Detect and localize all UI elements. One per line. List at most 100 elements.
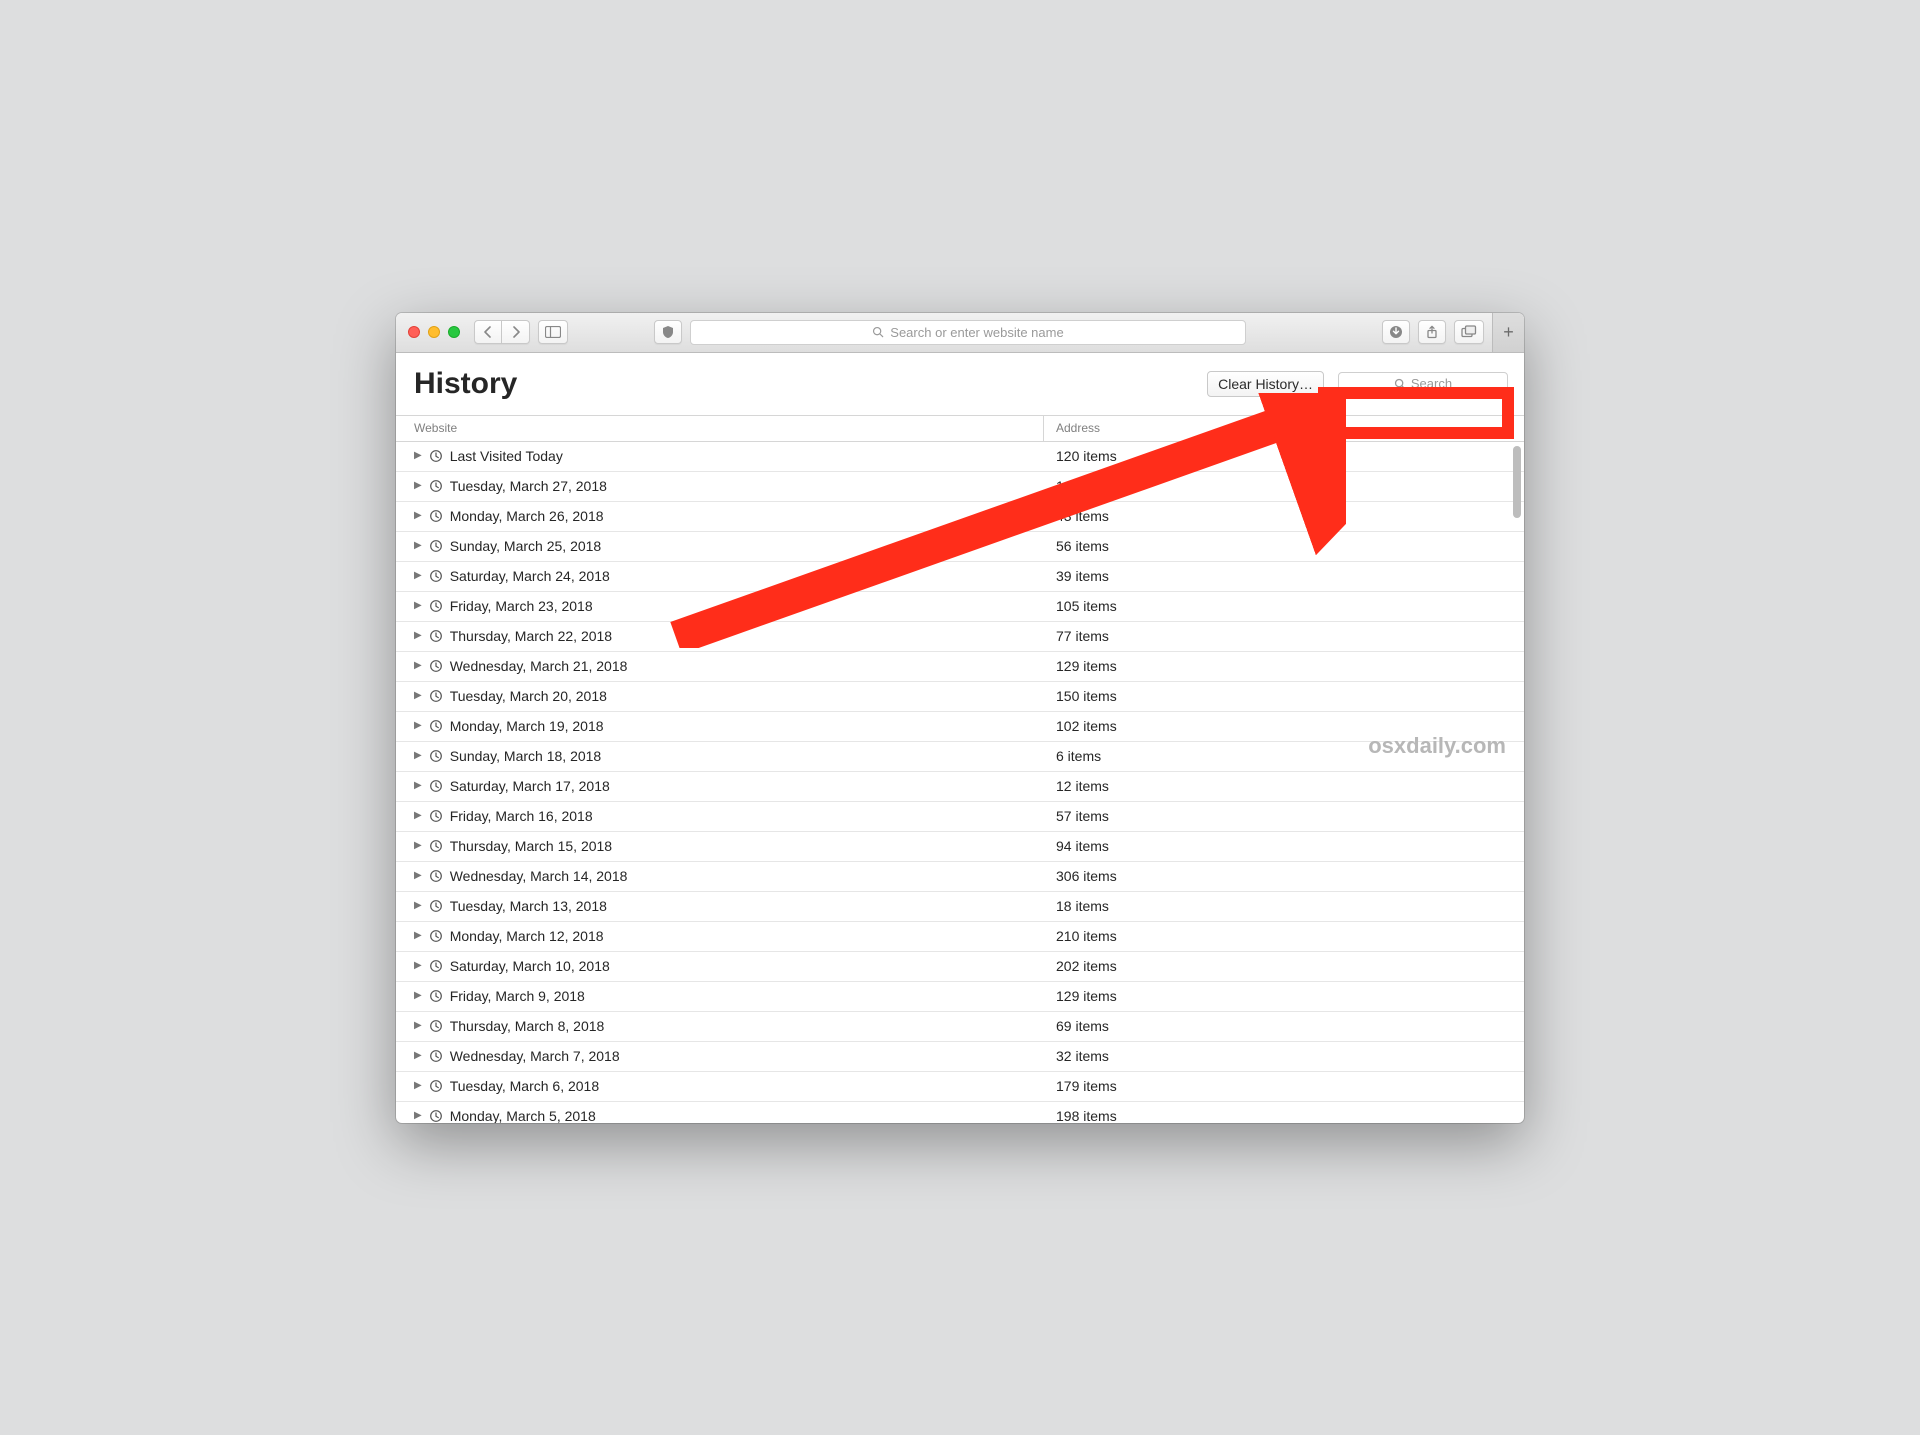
minimize-window-button[interactable] bbox=[428, 326, 440, 338]
history-row[interactable]: ▶Friday, March 23, 2018105 items bbox=[396, 592, 1524, 622]
sidebar-toggle-button[interactable] bbox=[538, 320, 568, 344]
history-row-label: Last Visited Today bbox=[450, 448, 563, 464]
history-row[interactable]: ▶ Friday, March 9, 2018 129 items bbox=[396, 982, 1524, 1012]
traffic-lights bbox=[404, 326, 466, 338]
history-row[interactable]: ▶ Last Visited Today 120 items bbox=[396, 442, 1524, 472]
history-row[interactable]: ▶ Saturday, March 10, 2018 202 items bbox=[396, 952, 1524, 982]
disclosure-triangle-icon[interactable]: ▶ bbox=[414, 751, 422, 761]
history-row-count: 202 items bbox=[1044, 958, 1524, 974]
history-row[interactable]: ▶Sunday, March 18, 20186 items bbox=[396, 742, 1524, 772]
history-row-label: Thursday, March 22, 2018 bbox=[450, 628, 612, 644]
clear-history-label: Clear History… bbox=[1218, 376, 1313, 392]
clock-icon bbox=[429, 809, 443, 823]
share-button[interactable] bbox=[1418, 320, 1446, 344]
page-title: History bbox=[414, 367, 517, 401]
history-row[interactable]: ▶Monday, March 26, 201843 items bbox=[396, 502, 1524, 532]
history-row-count: 120 items bbox=[1044, 448, 1524, 464]
clock-icon bbox=[429, 449, 443, 463]
history-row[interactable]: ▶Tuesday, March 13, 201818 items bbox=[396, 892, 1524, 922]
disclosure-triangle-icon[interactable]: ▶ bbox=[414, 1111, 422, 1121]
history-row-count: 102 items bbox=[1044, 718, 1524, 734]
history-row[interactable]: ▶Sunday, March 25, 201856 items bbox=[396, 532, 1524, 562]
history-row[interactable]: ▶Thursday, March 15, 201894 items bbox=[396, 832, 1524, 862]
disclosure-triangle-icon[interactable]: ▶ bbox=[414, 511, 422, 521]
disclosure-triangle-icon[interactable]: ▶ bbox=[414, 991, 422, 1001]
history-row-label: Saturday, March 10, 2018 bbox=[450, 958, 610, 974]
clock-icon bbox=[429, 779, 443, 793]
history-row[interactable]: ▶Tuesday, March 20, 2018150 items bbox=[396, 682, 1524, 712]
history-row-count: 77 items bbox=[1044, 628, 1524, 644]
history-row-label: Friday, March 9, 2018 bbox=[450, 988, 585, 1004]
column-header-website[interactable]: Website bbox=[396, 416, 1044, 441]
history-row[interactable]: ▶ Thursday, March 22, 2018 77 items bbox=[396, 622, 1524, 652]
disclosure-triangle-icon[interactable]: ▶ bbox=[414, 571, 422, 581]
history-row[interactable]: ▶Wednesday, March 21, 2018129 items bbox=[396, 652, 1524, 682]
history-row[interactable]: ▶Saturday, March 24, 201839 items bbox=[396, 562, 1524, 592]
clock-icon bbox=[429, 689, 443, 703]
fullscreen-window-button[interactable] bbox=[448, 326, 460, 338]
disclosure-triangle-icon[interactable]: ▶ bbox=[414, 721, 422, 731]
clock-icon bbox=[429, 659, 443, 673]
clock-icon bbox=[429, 1049, 443, 1063]
history-row[interactable]: ▶Friday, March 16, 201857 items bbox=[396, 802, 1524, 832]
disclosure-triangle-icon[interactable]: ▶ bbox=[414, 541, 422, 551]
disclosure-triangle-icon[interactable]: ▶ bbox=[414, 781, 422, 791]
disclosure-triangle-icon[interactable]: ▶ bbox=[414, 811, 422, 821]
scrollbar-thumb[interactable] bbox=[1513, 446, 1521, 518]
disclosure-triangle-icon[interactable]: ▶ bbox=[414, 451, 422, 461]
history-row[interactable]: ▶Wednesday, March 14, 2018306 items bbox=[396, 862, 1524, 892]
disclosure-triangle-icon[interactable]: ▶ bbox=[414, 841, 422, 851]
disclosure-triangle-icon[interactable]: ▶ bbox=[414, 481, 422, 491]
history-row-count: 18 items bbox=[1044, 898, 1524, 914]
history-row[interactable]: ▶Tuesday, March 27, 2018196 items bbox=[396, 472, 1524, 502]
disclosure-triangle-icon[interactable]: ▶ bbox=[414, 871, 422, 881]
tabs-overview-button[interactable] bbox=[1454, 320, 1484, 344]
history-row-label: Thursday, March 8, 2018 bbox=[450, 1018, 605, 1034]
column-header-address[interactable]: Address bbox=[1044, 416, 1524, 441]
history-row-count: 39 items bbox=[1044, 568, 1524, 584]
history-row-label: Tuesday, March 27, 2018 bbox=[450, 478, 607, 494]
history-row[interactable]: ▶Monday, March 19, 2018102 items bbox=[396, 712, 1524, 742]
history-row-label: Wednesday, March 14, 2018 bbox=[450, 868, 628, 884]
disclosure-triangle-icon[interactable]: ▶ bbox=[414, 931, 422, 941]
clock-icon bbox=[429, 839, 443, 853]
clear-history-button[interactable]: Clear History… bbox=[1207, 371, 1324, 397]
history-row-label: Tuesday, March 20, 2018 bbox=[450, 688, 607, 704]
history-row-label: Sunday, March 18, 2018 bbox=[450, 748, 602, 764]
history-row[interactable]: ▶Tuesday, March 6, 2018179 items bbox=[396, 1072, 1524, 1102]
privacy-report-button[interactable] bbox=[654, 320, 682, 344]
safari-window: Search or enter website name + History C… bbox=[396, 313, 1524, 1123]
disclosure-triangle-icon[interactable]: ▶ bbox=[414, 601, 422, 611]
close-window-button[interactable] bbox=[408, 326, 420, 338]
history-row-label: Friday, March 23, 2018 bbox=[450, 598, 593, 614]
history-row-count: 12 items bbox=[1044, 778, 1524, 794]
disclosure-triangle-icon[interactable]: ▶ bbox=[414, 1081, 422, 1091]
history-row[interactable]: ▶Saturday, March 17, 201812 items bbox=[396, 772, 1524, 802]
history-row-count: 56 items bbox=[1044, 538, 1524, 554]
disclosure-triangle-icon[interactable]: ▶ bbox=[414, 961, 422, 971]
history-row-count: 129 items bbox=[1044, 988, 1524, 1004]
back-button[interactable] bbox=[474, 320, 502, 344]
history-header: History Clear History… Search bbox=[396, 353, 1524, 416]
history-row-label: Wednesday, March 7, 2018 bbox=[450, 1048, 620, 1064]
history-row[interactable]: ▶ Monday, March 12, 2018 210 items bbox=[396, 922, 1524, 952]
history-row-label: Monday, March 12, 2018 bbox=[450, 928, 604, 944]
history-row[interactable]: ▶Wednesday, March 7, 201832 items bbox=[396, 1042, 1524, 1072]
new-tab-button[interactable]: + bbox=[1492, 313, 1524, 353]
disclosure-triangle-icon[interactable]: ▶ bbox=[414, 691, 422, 701]
clock-icon bbox=[429, 539, 443, 553]
address-bar[interactable]: Search or enter website name bbox=[690, 320, 1246, 345]
disclosure-triangle-icon[interactable]: ▶ bbox=[414, 1051, 422, 1061]
clock-icon bbox=[429, 719, 443, 733]
downloads-button[interactable] bbox=[1382, 320, 1410, 344]
clock-icon bbox=[429, 899, 443, 913]
history-search-input[interactable]: Search bbox=[1338, 372, 1508, 396]
forward-button[interactable] bbox=[502, 320, 530, 344]
disclosure-triangle-icon[interactable]: ▶ bbox=[414, 661, 422, 671]
history-row[interactable]: ▶Thursday, March 8, 201869 items bbox=[396, 1012, 1524, 1042]
disclosure-triangle-icon[interactable]: ▶ bbox=[414, 631, 422, 641]
history-row-count: 210 items bbox=[1044, 928, 1524, 944]
history-row[interactable]: ▶Monday, March 5, 2018198 items bbox=[396, 1102, 1524, 1123]
disclosure-triangle-icon[interactable]: ▶ bbox=[414, 901, 422, 911]
disclosure-triangle-icon[interactable]: ▶ bbox=[414, 1021, 422, 1031]
